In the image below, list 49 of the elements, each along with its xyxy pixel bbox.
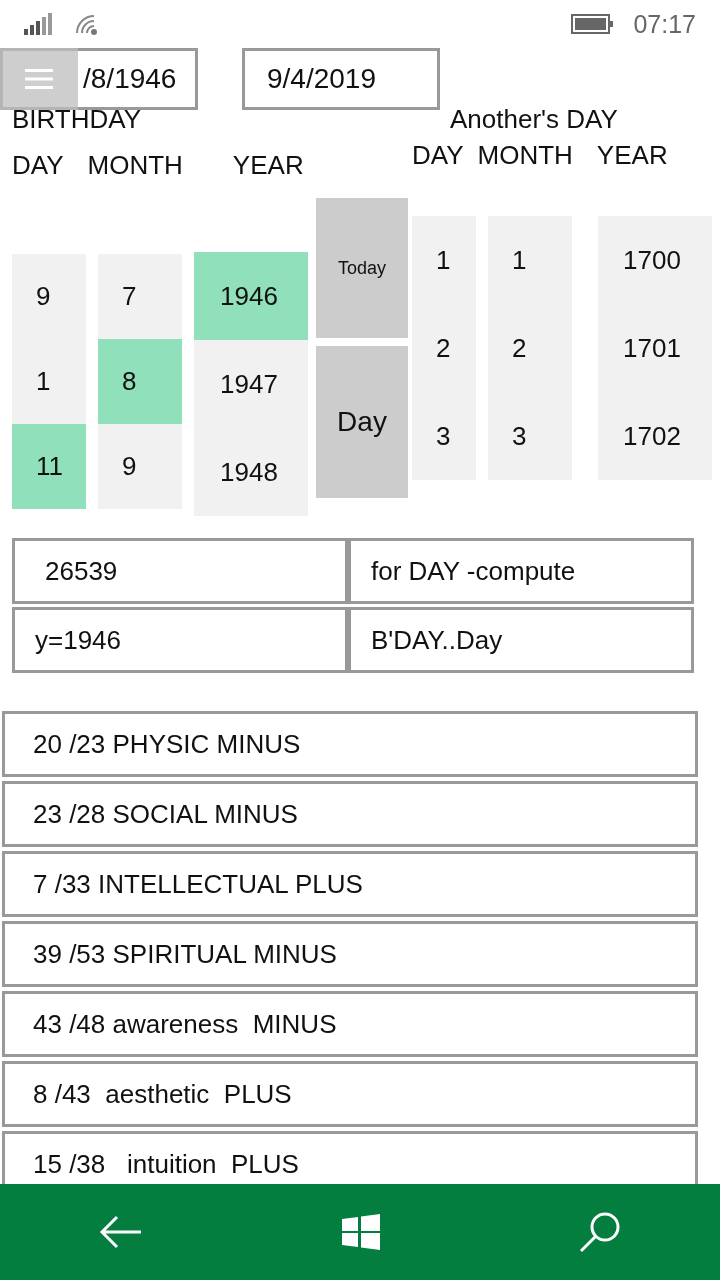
picker-item[interactable]: 1701 [598,304,712,392]
picker-item[interactable]: 11 [12,424,86,509]
wifi-icon [74,12,100,36]
picker-item[interactable]: 9 [98,424,182,509]
cycle-row[interactable]: 43 /48 awareness MINUS [2,991,698,1057]
picker-item[interactable]: 3 [412,392,476,480]
picker-item[interactable]: 9 [12,254,86,339]
cycle-row[interactable]: 8 /43 aesthetic PLUS [2,1061,698,1127]
cycle-row[interactable]: 7 /33 INTELLECTUAL PLUS [2,851,698,917]
picker-item[interactable]: 2 [488,304,572,392]
cycle-row[interactable]: 20 /23 PHYSIC MINUS [2,711,698,777]
result-field: B'DAY..Day [348,607,694,673]
result-field: y=1946 [12,607,348,673]
picker-item[interactable]: 8 [98,339,182,424]
windows-icon [342,1214,380,1250]
picker-item[interactable]: 3 [488,392,572,480]
picker-item[interactable]: 1702 [598,392,712,480]
picker-item[interactable]: 1 [12,339,86,424]
picker-item[interactable]: 1 [488,216,572,304]
picker-item[interactable]: 2 [412,304,476,392]
picker-item[interactable]: 1700 [598,216,712,304]
column-heading: DAY [412,140,464,172]
column-heading: YEAR [596,140,668,172]
back-icon [99,1214,144,1250]
column-heading: MONTH [87,150,183,182]
picker-item[interactable]: 1946 [194,252,308,340]
today-button[interactable]: Today [316,198,408,338]
column-heading: MONTH [477,140,573,172]
start-button[interactable] [342,1214,380,1250]
back-button[interactable] [99,1214,144,1250]
search-icon [578,1211,621,1253]
column-heading: DAY [12,150,64,182]
date-field[interactable]: 9/4/2019 [242,48,440,110]
picker-item[interactable]: 1948 [194,428,308,516]
result-field: for DAY -compute [348,538,694,604]
result-field: 26539 [12,538,348,604]
signal-icon [24,13,54,35]
search-button[interactable] [578,1211,621,1253]
picker-item[interactable]: 1947 [194,340,308,428]
cycle-row[interactable]: 23 /28 SOCIAL MINUS [2,781,698,847]
picker-item[interactable]: 7 [98,254,182,339]
picker-item[interactable]: 1 [412,216,476,304]
another-day-label: Another's DAY [450,104,618,134]
column-heading: YEAR [232,150,304,182]
day-button[interactable]: Day [316,346,408,498]
clock-time: 07:17 [633,9,696,39]
battery-icon [571,14,614,34]
cycle-row[interactable]: 39 /53 SPIRITUAL MINUS [2,921,698,987]
menu-icon [25,68,53,90]
